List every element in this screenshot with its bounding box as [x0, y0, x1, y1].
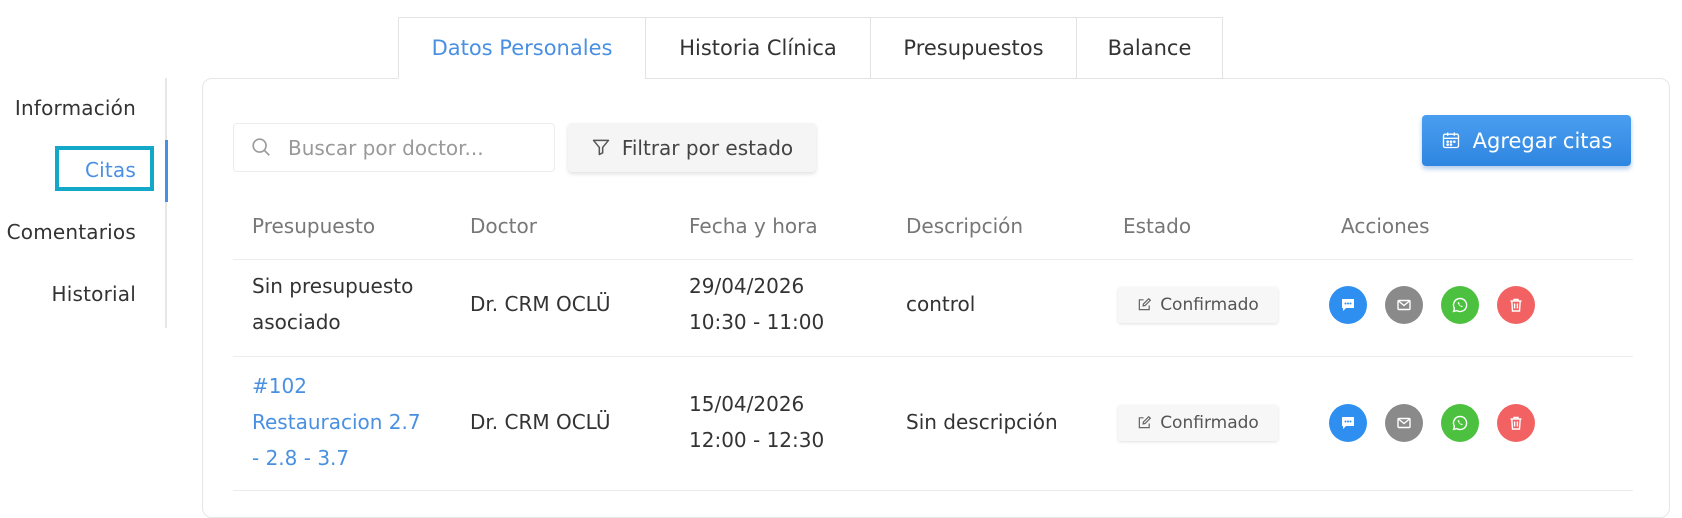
row1-chat-button[interactable]: [1329, 286, 1367, 324]
column-header-presupuesto: Presupuesto: [252, 214, 376, 238]
trash-icon: [1510, 298, 1522, 312]
row2-doctor: Dr. CRM OCLÜ: [470, 410, 611, 434]
trash-icon: [1510, 416, 1522, 430]
row1-descripcion: control: [906, 292, 976, 316]
edit-icon: [1137, 415, 1153, 431]
sidebar-item-historial[interactable]: Historial: [52, 282, 137, 306]
tab-historia-clinica[interactable]: Historia Clínica: [645, 17, 870, 79]
filter-status-button[interactable]: Filtrar por estado: [568, 123, 816, 172]
row1-presupuesto-line1: Sin presupuesto: [252, 274, 414, 298]
table-divider: [233, 259, 1633, 260]
search-icon: [250, 136, 274, 160]
table-divider: [233, 490, 1633, 491]
row2-status-button[interactable]: Confirmado: [1118, 405, 1278, 441]
search-box: [233, 123, 555, 172]
row1-delete-button[interactable]: [1497, 286, 1535, 324]
add-appointment-label: Agregar citas: [1472, 128, 1613, 153]
column-header-estado: Estado: [1123, 214, 1192, 238]
mail-icon: [1397, 299, 1411, 311]
tab-datos-personales[interactable]: Datos Personales: [398, 17, 645, 79]
sidebar-nav: Información Citas Comentarios Historial: [0, 70, 170, 330]
tab-presupuestos[interactable]: Presupuestos: [870, 17, 1076, 79]
row1-mail-button[interactable]: [1385, 286, 1423, 324]
tab-bar: Datos Personales Historia Clínica Presup…: [398, 17, 1223, 79]
whatsapp-icon: [1452, 297, 1468, 313]
chat-icon: [1342, 417, 1354, 429]
tab-balance[interactable]: Balance: [1076, 17, 1223, 79]
row1-whatsapp-button[interactable]: [1441, 286, 1479, 324]
sidebar-item-informacion[interactable]: Información: [15, 96, 136, 120]
sidebar-item-comentarios[interactable]: Comentarios: [7, 220, 136, 244]
chat-icon: [1342, 299, 1354, 311]
filter-label: Filtrar por estado: [621, 135, 794, 160]
column-header-acciones: Acciones: [1341, 214, 1430, 238]
focus-highlight: [55, 146, 154, 191]
mail-icon: [1397, 417, 1411, 429]
row1-status-label: Confirmado: [1160, 295, 1259, 315]
row1-hora: 10:30 - 11:00: [689, 310, 825, 334]
add-appointment-button[interactable]: Agregar citas: [1422, 115, 1631, 166]
row2-mail-button[interactable]: [1385, 404, 1423, 442]
column-header-descripcion: Descripción: [906, 214, 1024, 238]
row2-presupuesto-line3[interactable]: - 2.8 - 3.7: [252, 440, 349, 476]
row1-fecha: 29/04/2026: [689, 274, 805, 298]
row2-fecha: 15/04/2026: [689, 392, 805, 416]
row1-status-button[interactable]: Confirmado: [1118, 287, 1278, 323]
search-input[interactable]: [286, 134, 540, 161]
table-divider: [233, 356, 1633, 357]
column-header-doctor: Doctor: [470, 214, 537, 238]
row2-chat-button[interactable]: [1329, 404, 1367, 442]
row2-presupuesto-line2[interactable]: Restauracion 2.7: [252, 404, 421, 440]
sidebar-rail: [165, 78, 167, 328]
row2-presupuesto-link[interactable]: #102: [252, 368, 307, 404]
calendar-icon: [1441, 130, 1463, 152]
row1-presupuesto-line2: asociado: [252, 310, 341, 334]
row2-hora: 12:00 - 12:30: [689, 428, 825, 452]
row2-delete-button[interactable]: [1497, 404, 1535, 442]
filter-icon: [591, 137, 613, 159]
row2-descripcion: Sin descripción: [906, 410, 1058, 434]
row2-whatsapp-button[interactable]: [1441, 404, 1479, 442]
row2-status-label: Confirmado: [1160, 413, 1259, 433]
whatsapp-icon: [1452, 415, 1468, 431]
row1-doctor: Dr. CRM OCLÜ: [470, 292, 611, 316]
column-header-fecha: Fecha y hora: [689, 214, 818, 238]
edit-icon: [1137, 297, 1153, 313]
sidebar-active-indicator: [165, 140, 168, 202]
